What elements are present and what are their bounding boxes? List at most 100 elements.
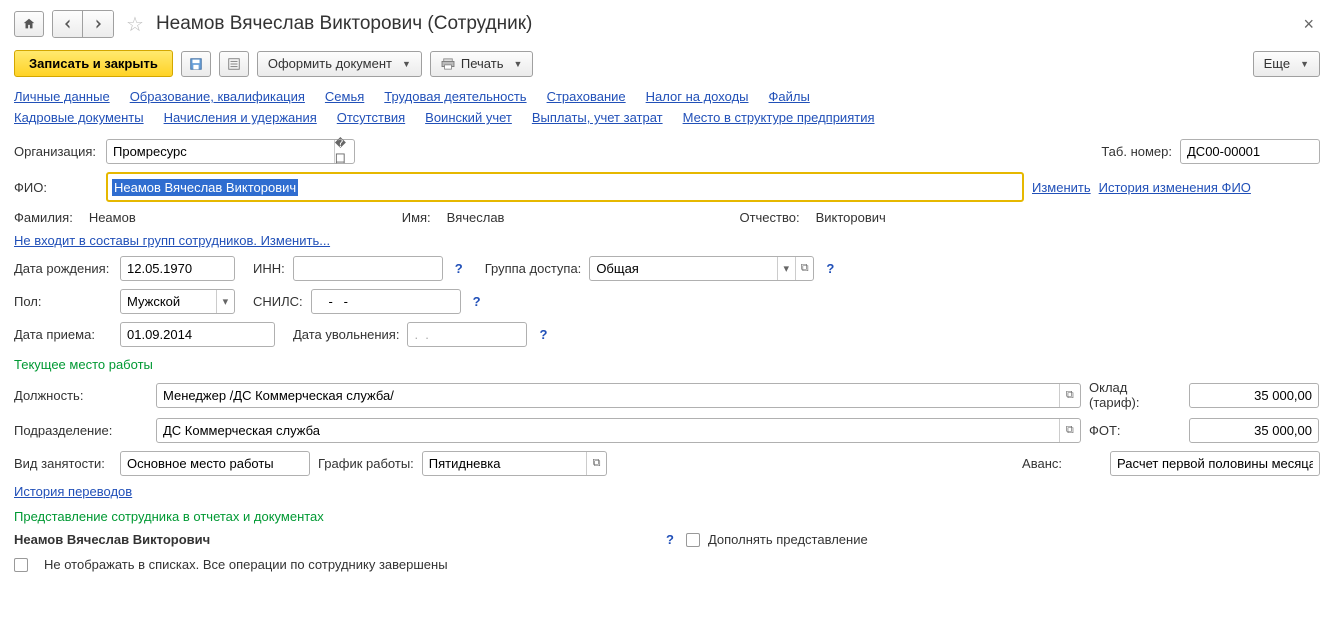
gender-label: Пол: bbox=[14, 294, 112, 309]
birth-input[interactable] bbox=[121, 261, 234, 276]
link-personal[interactable]: Личные данные bbox=[14, 89, 110, 104]
snils-input[interactable] bbox=[312, 294, 460, 309]
dept-row: Подразделение: ⧉ ФОТ: bbox=[14, 418, 1320, 443]
tab-number-input[interactable] bbox=[1181, 144, 1319, 159]
emp-type-input-wrap bbox=[120, 451, 310, 476]
position-input[interactable] bbox=[157, 388, 1059, 403]
create-document-button[interactable]: Оформить документ ▼ bbox=[257, 51, 422, 77]
favorite-icon[interactable]: ☆ bbox=[126, 12, 144, 37]
nav-links-row-1: Личные данные Образование, квалификация … bbox=[14, 89, 1320, 104]
representation-help-icon[interactable]: ? bbox=[662, 532, 678, 547]
advance-input[interactable] bbox=[1111, 456, 1319, 471]
inn-help-icon[interactable]: ? bbox=[451, 261, 467, 276]
link-org-place[interactable]: Место в структуре предприятия bbox=[683, 110, 875, 125]
hide-label: Не отображать в списках. Все операции по… bbox=[44, 557, 448, 572]
birth-input-wrap bbox=[120, 256, 235, 281]
fio-history-link[interactable]: История изменения ФИО bbox=[1099, 180, 1251, 195]
hide-checkbox[interactable] bbox=[14, 558, 28, 572]
save-button[interactable] bbox=[181, 51, 211, 77]
link-labor[interactable]: Трудовая деятельность bbox=[384, 89, 526, 104]
forward-button[interactable] bbox=[83, 11, 113, 37]
dept-input[interactable] bbox=[157, 423, 1059, 438]
inn-label: ИНН: bbox=[253, 261, 285, 276]
page-title: Неамов Вячеслав Викторович (Сотрудник) bbox=[156, 13, 1290, 35]
open-icon[interactable]: ⧉ bbox=[1059, 419, 1081, 442]
close-button[interactable]: × bbox=[1297, 14, 1320, 35]
lastname-value: Неамов bbox=[87, 210, 138, 225]
groups-link[interactable]: Не входит в составы групп сотрудников. И… bbox=[14, 233, 330, 248]
link-accruals[interactable]: Начисления и удержания bbox=[164, 110, 317, 125]
fire-input[interactable] bbox=[408, 327, 526, 342]
link-insurance[interactable]: Страхование bbox=[547, 89, 626, 104]
fio-change-link[interactable]: Изменить bbox=[1032, 180, 1091, 195]
transfers-row: История переводов bbox=[14, 484, 1320, 499]
salary-label: Оклад (тариф): bbox=[1089, 380, 1181, 410]
back-button[interactable] bbox=[53, 11, 83, 37]
access-help-icon[interactable]: ? bbox=[822, 261, 838, 276]
link-hr-docs[interactable]: Кадровые документы bbox=[14, 110, 144, 125]
birth-row: Дата рождения: ИНН: ? Группа доступа: ▾ … bbox=[14, 256, 1320, 281]
advance-input-wrap bbox=[1110, 451, 1320, 476]
link-absence[interactable]: Отсутствия bbox=[337, 110, 405, 125]
fire-input-wrap bbox=[407, 322, 527, 347]
fio-label: ФИО: bbox=[14, 180, 98, 195]
nav-links-row-2: Кадровые документы Начисления и удержани… bbox=[14, 110, 1320, 125]
representation-row: Неамов Вячеслав Викторович ? Дополнять п… bbox=[14, 532, 1320, 547]
access-input[interactable] bbox=[590, 261, 776, 276]
chevron-down-icon: ▼ bbox=[1300, 59, 1309, 69]
open-icon[interactable]: ⧉ bbox=[1059, 384, 1081, 407]
print-label: Печать bbox=[461, 56, 504, 71]
printer-icon bbox=[441, 58, 455, 70]
chevron-down-icon: ▼ bbox=[513, 59, 522, 69]
snils-input-wrap bbox=[311, 289, 461, 314]
chevron-down-icon[interactable]: ▾ bbox=[216, 290, 234, 313]
groups-row: Не входит в составы групп сотрудников. И… bbox=[14, 233, 1320, 248]
list-button[interactable] bbox=[219, 51, 249, 77]
open-icon[interactable]: ⧉ bbox=[586, 452, 606, 475]
fot-input[interactable] bbox=[1190, 423, 1318, 438]
transfers-link[interactable]: История переводов bbox=[14, 484, 132, 499]
advance-label: Аванс: bbox=[1022, 456, 1062, 471]
more-button[interactable]: Еще ▼ bbox=[1253, 51, 1320, 77]
patronymic-label: Отчество: bbox=[739, 210, 799, 225]
org-row: Организация: �囗 Таб. номер: bbox=[14, 139, 1320, 164]
birth-label: Дата рождения: bbox=[14, 261, 112, 276]
link-family[interactable]: Семья bbox=[325, 89, 364, 104]
firstname-label: Имя: bbox=[402, 210, 431, 225]
home-button[interactable] bbox=[14, 11, 44, 37]
position-label: Должность: bbox=[14, 388, 148, 403]
tab-number-label: Таб. номер: bbox=[1101, 144, 1172, 159]
org-input[interactable] bbox=[107, 144, 334, 159]
salary-input[interactable] bbox=[1190, 388, 1318, 403]
chevron-down-icon[interactable]: ▾ bbox=[777, 257, 795, 280]
inn-input[interactable] bbox=[294, 261, 442, 276]
link-files[interactable]: Файлы bbox=[769, 89, 810, 104]
schedule-input[interactable] bbox=[423, 456, 586, 471]
emp-type-input[interactable] bbox=[121, 456, 309, 471]
gender-input[interactable] bbox=[121, 294, 216, 309]
more-label: Еще bbox=[1264, 56, 1290, 71]
fio-input[interactable]: Неамов Вячеслав Викторович bbox=[106, 172, 1024, 202]
open-icon[interactable]: �囗 bbox=[334, 140, 354, 163]
save-and-close-button[interactable]: Записать и закрыть bbox=[14, 50, 173, 77]
link-military[interactable]: Воинский учет bbox=[425, 110, 512, 125]
link-education[interactable]: Образование, квалификация bbox=[130, 89, 305, 104]
org-input-wrap: �囗 bbox=[106, 139, 355, 164]
emp-type-label: Вид занятости: bbox=[14, 456, 112, 471]
hire-input[interactable] bbox=[121, 327, 274, 342]
snils-help-icon[interactable]: ? bbox=[469, 294, 485, 309]
open-icon[interactable]: ⧉ bbox=[795, 257, 813, 280]
print-button[interactable]: Печать ▼ bbox=[430, 51, 534, 77]
toolbar: Записать и закрыть Оформить документ ▼ П… bbox=[14, 50, 1320, 77]
representation-value: Неамов Вячеслав Викторович bbox=[14, 532, 654, 547]
supplement-checkbox[interactable] bbox=[686, 533, 700, 547]
access-input-wrap: ▾ ⧉ bbox=[589, 256, 814, 281]
link-tax[interactable]: Налог на доходы bbox=[646, 89, 749, 104]
window-header: ☆ Неамов Вячеслав Викторович (Сотрудник)… bbox=[14, 10, 1320, 38]
access-label: Группа доступа: bbox=[485, 261, 582, 276]
supplement-label: Дополнять представление bbox=[708, 532, 868, 547]
fire-help-icon[interactable]: ? bbox=[535, 327, 551, 342]
workplace-title: Текущее место работы bbox=[14, 357, 1320, 372]
lastname-label: Фамилия: bbox=[14, 210, 73, 225]
link-payments[interactable]: Выплаты, учет затрат bbox=[532, 110, 663, 125]
